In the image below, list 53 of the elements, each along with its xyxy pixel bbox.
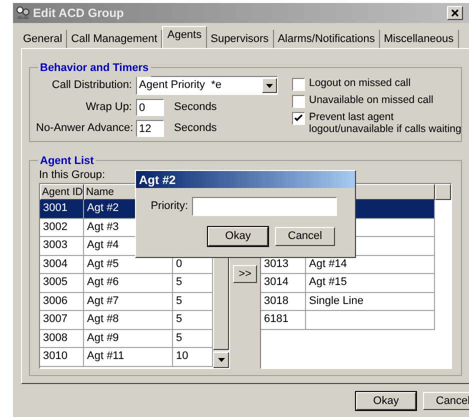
table-cell: 3005 — [40, 274, 84, 292]
dialog-button[interactable]: Okay — [356, 392, 416, 410]
table-row[interactable]: 3005 Agt #6 5 — [40, 274, 213, 292]
table-cell: Agt #8 — [84, 311, 173, 330]
table-cell: 6181 — [261, 311, 306, 330]
table-cell: 3006 — [40, 292, 84, 311]
table-cell: 3001 — [40, 200, 84, 218]
tab[interactable]: Alarms/Notifications — [274, 30, 380, 48]
dropdown[interactable]: Agent Priority *e — [136, 76, 278, 95]
table-row[interactable]: 3008 Agt #9 5 — [40, 330, 213, 348]
table-cell: 3003 — [40, 237, 84, 256]
field-label: No-Anwer Advance: — [36, 121, 132, 136]
dialog-button[interactable]: >> — [233, 265, 257, 283]
tab[interactable]: Miscellaneous — [380, 30, 459, 48]
field-label: Call Distribution: — [50, 78, 132, 94]
table-cell: Agt #11 — [84, 348, 173, 366]
field-label: Wrap Up: — [84, 100, 132, 116]
tab[interactable]: General — [19, 30, 68, 48]
dialog-button[interactable]: Cancel — [423, 392, 469, 410]
table-cell: Agt #6 — [84, 274, 173, 292]
table-cell: 3004 — [40, 256, 84, 274]
unit-label: Seconds — [174, 121, 217, 136]
unit-label: Seconds — [174, 100, 217, 116]
table-row[interactable]: 6181 — [261, 311, 435, 330]
table-row[interactable]: 3006 Agt #7 5 — [40, 292, 213, 311]
table-cell: 3002 — [40, 218, 84, 237]
window-title: Edit ACD Group — [33, 5, 124, 22]
dialog-button[interactable]: Cancel — [275, 227, 335, 246]
table-row[interactable]: 3018 Single Line — [261, 292, 435, 311]
column-header[interactable]: Agent ID — [40, 184, 84, 200]
dialog-button[interactable]: Okay — [208, 227, 268, 246]
table-cell: 3010 — [40, 348, 84, 366]
checkbox-label: Unavailable on missed call — [309, 94, 434, 106]
group-title: Behavior and Timers — [38, 60, 151, 76]
tab[interactable]: Agents — [162, 26, 207, 48]
table-cell: Agt #15 — [306, 274, 435, 292]
table-cell: 3008 — [40, 330, 84, 348]
input-field[interactable]: 0 — [136, 99, 164, 116]
table-row[interactable]: 3007 Agt #8 5 — [40, 311, 213, 330]
input-field[interactable]: 12 — [136, 120, 164, 137]
table-cell: Agt #7 — [84, 292, 173, 311]
table-row[interactable]: 3010 Agt #11 10 — [40, 348, 213, 366]
table-cell: 3014 — [261, 274, 306, 292]
table-cell: 3007 — [40, 311, 84, 330]
checkbox-label: Logout on missed call — [309, 77, 412, 89]
tab[interactable]: Supervisors — [206, 30, 274, 48]
table-cell: Single Line — [306, 292, 435, 311]
list-label: In this Group: — [39, 168, 106, 181]
table-cell: 3018 — [261, 292, 306, 311]
table-row[interactable]: 3014 Agt #15 — [261, 274, 435, 292]
table-cell: Agt #9 — [84, 330, 173, 348]
checkbox-label: Prevent last agent logout/unavailable if calls waiting — [309, 111, 462, 135]
group-title: Agent List — [38, 153, 96, 170]
